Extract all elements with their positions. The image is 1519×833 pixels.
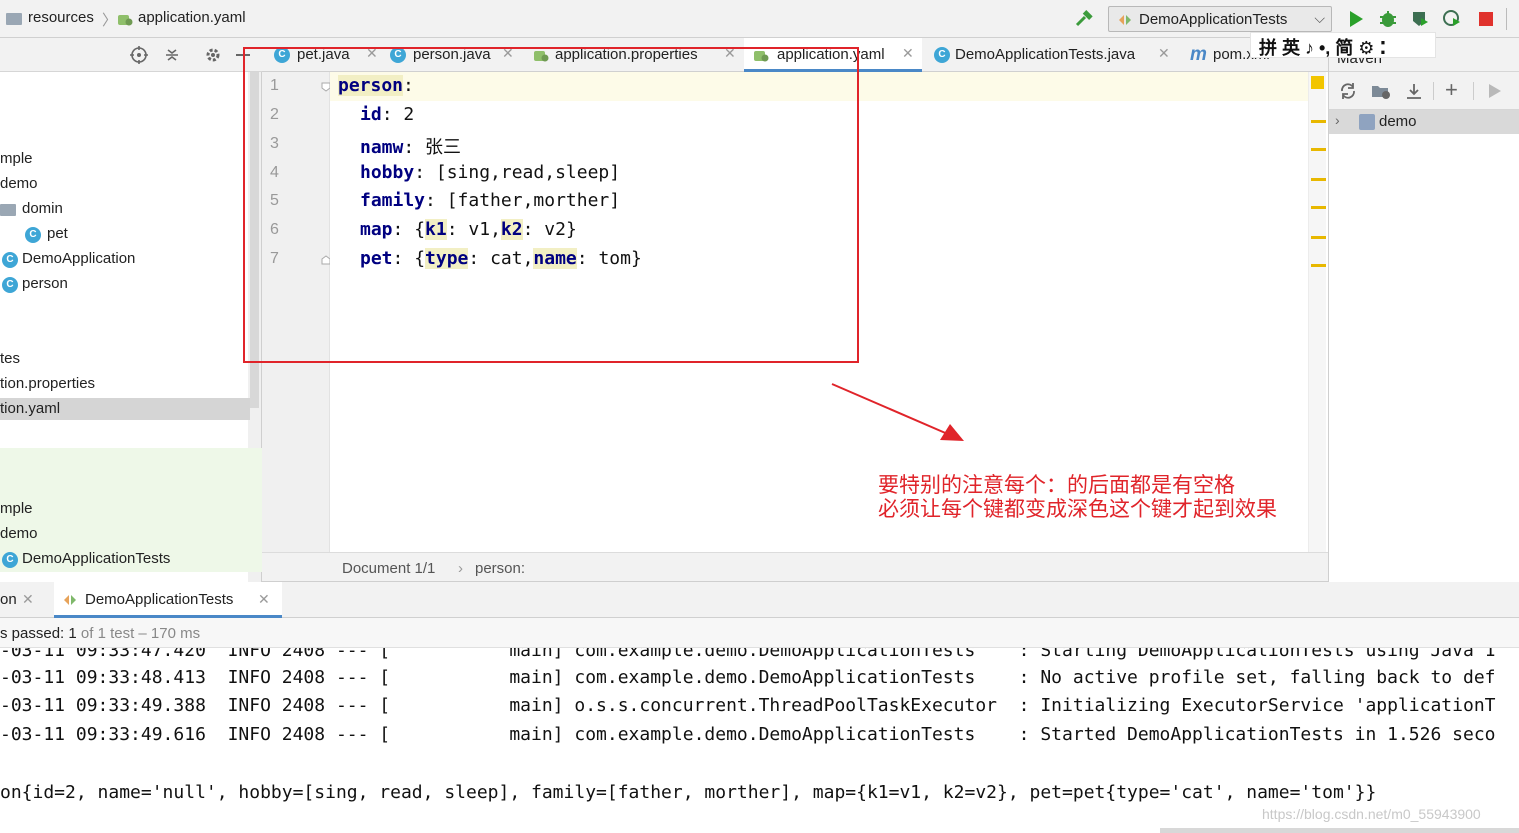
- tree-item-package[interactable]: mple: [0, 150, 33, 167]
- annotation-arrow: [831, 383, 964, 441]
- test-status-text: s passed: 1 of 1 test – 170 ms: [0, 625, 201, 642]
- maven-module-icon: [1359, 114, 1375, 130]
- breadcrumb-path[interactable]: person:: [475, 560, 525, 577]
- tree-item-domin[interactable]: domin: [22, 200, 63, 217]
- package-folder-icon: [0, 204, 16, 216]
- locate-file-icon[interactable]: [130, 46, 148, 64]
- run-icon[interactable]: [1346, 9, 1366, 29]
- tree-item-person[interactable]: person: [22, 275, 68, 292]
- console-output[interactable]: -03-11 09:33:47.420 INFO 2408 --- [ main…: [0, 648, 1519, 833]
- reload-icon[interactable]: [1339, 82, 1357, 100]
- spring-boot-class-icon: C: [2, 252, 18, 268]
- annotation-highlight-box: [243, 47, 859, 363]
- run-configuration-select[interactable]: DemoApplicationTests ⌵: [1108, 6, 1332, 32]
- maven-file-icon: m: [1190, 44, 1207, 65]
- run-maven-icon[interactable]: [1487, 82, 1503, 100]
- maven-tree-label: demo: [1379, 113, 1417, 130]
- close-icon[interactable]: ✕: [1158, 45, 1170, 62]
- tree-item-test-demo-package[interactable]: demo: [0, 525, 38, 542]
- warning-mark[interactable]: [1311, 206, 1326, 209]
- console-line: -03-11 09:33:48.413 INFO 2408 --- [ main…: [0, 667, 1496, 688]
- tab-demo-application-tests-java[interactable]: C DemoApplicationTests.java ✕: [930, 38, 1180, 72]
- tree-item-demo-application-tests[interactable]: DemoApplicationTests: [22, 550, 170, 567]
- warning-mark[interactable]: [1311, 178, 1326, 181]
- run-tab-bar: on ✕ DemoApplicationTests ✕: [0, 582, 1519, 618]
- breadcrumb-separator: ›: [458, 560, 463, 577]
- console-horizontal-scrollbar[interactable]: [1160, 828, 1519, 833]
- error-stripe[interactable]: [1308, 72, 1326, 552]
- run-configuration-label: DemoApplicationTests: [1139, 11, 1288, 28]
- tree-item-demo-application[interactable]: DemoApplication: [22, 250, 135, 267]
- junit-icon: [64, 595, 76, 605]
- warning-indicator-icon: [1311, 76, 1324, 89]
- watermark: https://blog.csdn.net/m0_55943900: [1262, 806, 1481, 822]
- document-indicator[interactable]: Document 1/1: [342, 560, 435, 577]
- breadcrumb-resources[interactable]: resources: [28, 9, 94, 26]
- close-icon[interactable]: ✕: [902, 45, 914, 62]
- breadcrumb-file[interactable]: application.yaml: [138, 9, 246, 26]
- console-line: on{id=2, name='null', hobby=[sing, read,…: [0, 782, 1377, 803]
- chevron-down-icon: ⌵: [1314, 10, 1325, 26]
- profile-icon[interactable]: [1442, 9, 1462, 29]
- close-icon[interactable]: ✕: [258, 591, 270, 608]
- tree-item-application-yaml[interactable]: tion.yaml: [0, 400, 60, 417]
- maven-toolbar: +: [1329, 72, 1519, 110]
- editor-breadcrumb: Document 1/1 › person:: [262, 552, 1328, 582]
- maven-tree-item-demo[interactable]: › demo: [1329, 110, 1519, 134]
- warning-mark[interactable]: [1311, 148, 1326, 151]
- warning-mark[interactable]: [1311, 120, 1326, 123]
- warning-mark[interactable]: [1311, 264, 1326, 267]
- annotation-text-line-2: 必须让每个键都变成深色这个键才起到效果: [878, 497, 1277, 521]
- tree-item-demo-package[interactable]: demo: [0, 175, 38, 192]
- chevron-right-icon: ›: [1335, 112, 1340, 128]
- download-icon[interactable]: [1405, 82, 1423, 100]
- tree-item-templates[interactable]: tes: [0, 350, 20, 367]
- toolbar-divider: [1433, 82, 1434, 100]
- toolbar-divider: [1506, 8, 1507, 30]
- debug-icon[interactable]: [1378, 9, 1398, 29]
- generate-sources-icon[interactable]: [1371, 82, 1391, 100]
- maven-tool-window: Maven + › demo: [1328, 38, 1519, 582]
- console-line: -03-11 09:33:49.616 INFO 2408 --- [ main…: [0, 724, 1496, 745]
- class-icon: C: [25, 227, 41, 243]
- collapse-all-icon[interactable]: [163, 46, 181, 64]
- warning-mark[interactable]: [1311, 236, 1326, 239]
- build-hammer-icon[interactable]: [1074, 9, 1094, 29]
- project-tool-window: mple demo domin C pet C DemoApplication …: [0, 38, 262, 582]
- run-tab-demo-application-tests[interactable]: DemoApplicationTests ✕: [54, 582, 282, 618]
- tree-item-test-package[interactable]: mple: [0, 500, 33, 517]
- tree-item-pet[interactable]: pet: [47, 225, 68, 242]
- console-line: -03-11 09:33:47.420 INFO 2408 --- [ main…: [0, 648, 1496, 661]
- tree-item-application-properties[interactable]: tion.properties: [0, 375, 95, 392]
- ime-toolbar-text: 拼 英 ♪ •, 简 ⚙ ⁚: [1259, 38, 1387, 58]
- project-toolbar: [0, 38, 262, 72]
- class-icon: C: [2, 277, 18, 293]
- breadcrumb-separator: 〉: [102, 12, 118, 29]
- test-status-bar: s passed: 1 of 1 test – 170 ms: [0, 618, 1519, 648]
- ime-toolbar[interactable]: 拼 英 ♪ •, 简 ⚙ ⁚: [1250, 32, 1436, 58]
- gear-icon[interactable]: [204, 46, 222, 64]
- yaml-file-icon: [118, 15, 133, 26]
- test-class-icon: C: [2, 552, 18, 568]
- run-tab-label[interactable]: on: [0, 591, 17, 608]
- coverage-icon[interactable]: [1410, 9, 1430, 29]
- folder-icon: [6, 13, 22, 25]
- test-class-icon: C: [934, 47, 950, 63]
- junit-icon: [1119, 15, 1131, 25]
- stop-icon[interactable]: [1476, 9, 1496, 29]
- toolbar-divider: [1473, 82, 1474, 100]
- console-line: -03-11 09:33:49.388 INFO 2408 --- [ main…: [0, 695, 1496, 716]
- add-icon[interactable]: +: [1445, 77, 1458, 103]
- close-icon[interactable]: ✕: [22, 591, 34, 608]
